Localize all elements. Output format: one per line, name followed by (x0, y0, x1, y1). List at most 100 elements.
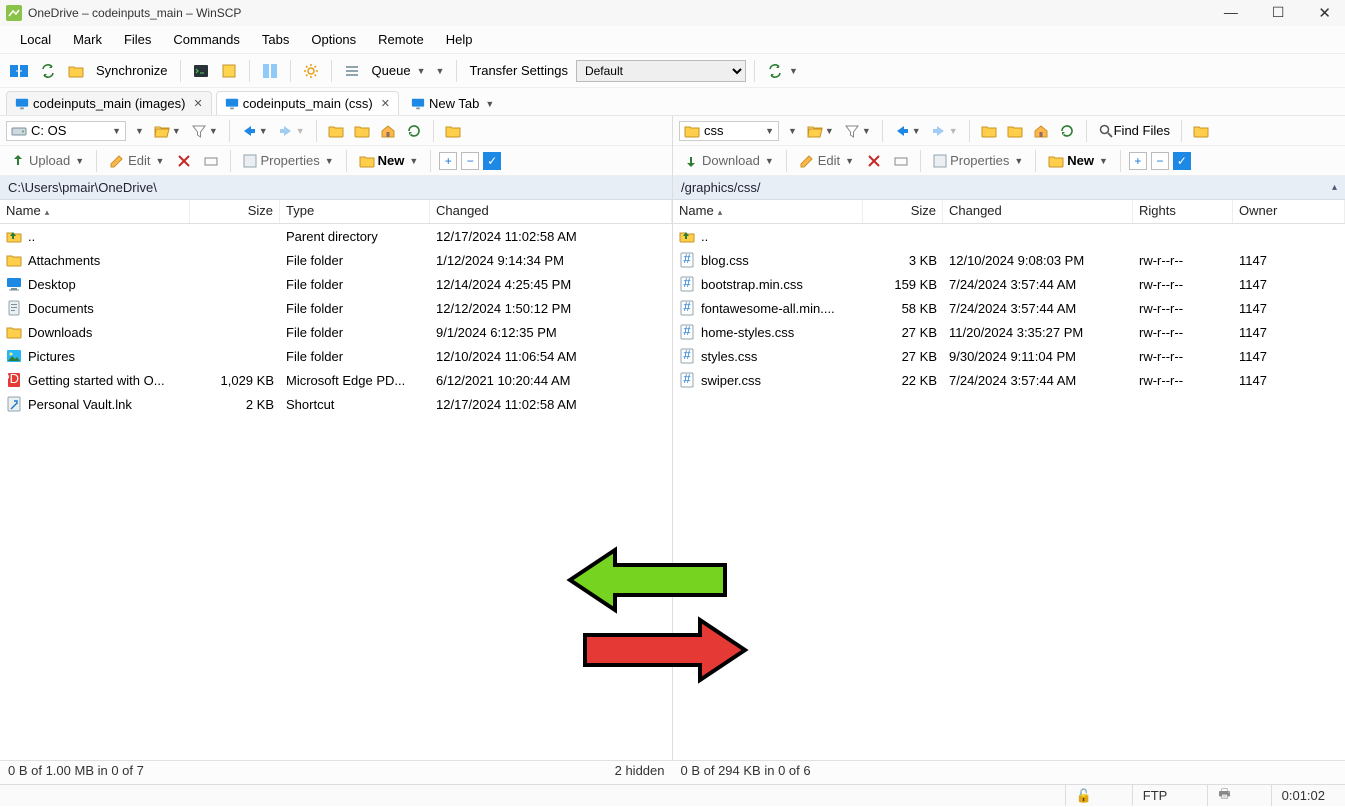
col-size[interactable]: Size (863, 200, 943, 223)
remote-invert-select-icon[interactable]: ✓ (1173, 152, 1191, 170)
synchronize-button[interactable]: Synchronize (92, 61, 172, 80)
refresh-local-icon[interactable] (403, 121, 425, 141)
filter-icon[interactable]: ▼ (188, 121, 221, 141)
menu-local[interactable]: Local (12, 30, 59, 49)
col-name[interactable]: Name▴ (0, 200, 190, 223)
session-tab-1[interactable]: codeinputs_main (css)✕ (216, 91, 399, 115)
local-path-bar[interactable]: C:\Users\pmair\OneDrive\ (0, 176, 672, 200)
file-row[interactable]: swiper.css22 KB7/24/2024 3:57:44 AMrw-r-… (673, 368, 1345, 392)
col-changed[interactable]: Changed (943, 200, 1133, 223)
file-row[interactable]: ..Parent directory12/17/2024 11:02:58 AM (0, 224, 672, 248)
sort-indicator-icon: ▴ (1332, 182, 1337, 193)
local-file-list[interactable]: ..Parent directory12/17/2024 11:02:58 AM… (0, 224, 672, 760)
remote-edit-button[interactable]: Edit▼ (795, 151, 858, 171)
preferences-icon[interactable] (299, 61, 323, 81)
minimize-button[interactable]: — (1216, 4, 1246, 22)
file-row[interactable]: blog.css3 KB12/10/2024 9:08:03 PMrw-r--r… (673, 248, 1345, 272)
invert-select-icon[interactable]: ✓ (483, 152, 501, 170)
select-none-icon[interactable]: − (461, 152, 479, 170)
open-folder-icon[interactable]: ▼ (151, 121, 184, 141)
col-changed[interactable]: Changed (430, 200, 672, 223)
remote-back-icon[interactable]: ▼ (891, 121, 924, 141)
tab-close-icon[interactable]: ✕ (193, 97, 202, 110)
remote-rename-icon[interactable] (890, 152, 912, 170)
remote-refresh-icon[interactable] (1056, 121, 1078, 141)
menu-commands[interactable]: Commands (165, 30, 247, 49)
remote-delete-icon[interactable] (862, 151, 886, 171)
col-size[interactable]: Size (190, 200, 280, 223)
remote-bookmark-icon[interactable] (1190, 121, 1212, 141)
delete-icon[interactable] (172, 151, 196, 171)
file-row[interactable]: styles.css27 KB9/30/2024 9:11:04 PMrw-r-… (673, 344, 1345, 368)
remote-properties-button[interactable]: Properties▼ (929, 151, 1027, 170)
root-folder-icon[interactable] (351, 121, 373, 141)
maximize-button[interactable]: ☐ (1264, 4, 1293, 22)
remote-root-icon[interactable] (1004, 121, 1026, 141)
file-row[interactable]: home-styles.css27 KB11/20/2024 3:35:27 P… (673, 320, 1345, 344)
download-button[interactable]: Download▼ (679, 151, 778, 171)
file-row[interactable]: DocumentsFile folder12/12/2024 1:50:12 P… (0, 296, 672, 320)
sync-folder-icon[interactable] (64, 61, 88, 81)
menu-files[interactable]: Files (116, 30, 159, 49)
remote-file-list[interactable]: ..blog.css3 KB12/10/2024 9:08:03 PMrw-r-… (673, 224, 1345, 760)
file-row[interactable]: AttachmentsFile folder1/12/2024 9:14:34 … (0, 248, 672, 272)
edit-button[interactable]: Edit▼ (105, 151, 168, 171)
menu-tabs[interactable]: Tabs (254, 30, 297, 49)
file-row[interactable]: Personal Vault.lnk2 KBShortcut12/17/2024… (0, 392, 672, 416)
layout-icon[interactable] (258, 61, 282, 81)
upload-button[interactable]: Upload▼ (6, 151, 88, 171)
remote-parent-icon[interactable] (978, 121, 1000, 141)
transfer-settings-label: Transfer Settings (465, 63, 572, 78)
file-row[interactable]: .. (673, 224, 1345, 248)
remote-history-dropdown[interactable]: ▼ (785, 124, 800, 138)
remote-open-folder-icon[interactable]: ▼ (804, 121, 837, 141)
file-row[interactable]: PicturesFile folder12/10/2024 11:06:54 A… (0, 344, 672, 368)
remote-select-none-icon[interactable]: − (1151, 152, 1169, 170)
queue-icon[interactable] (340, 61, 364, 81)
remote-new-button[interactable]: New▼ (1044, 151, 1112, 171)
new-button[interactable]: New▼ (355, 151, 423, 171)
drive-history-dropdown[interactable]: ▼ (132, 124, 147, 138)
file-row[interactable]: Getting started with O...1,029 KBMicroso… (0, 368, 672, 392)
rename-icon[interactable] (200, 152, 222, 170)
transfer-settings-select[interactable]: Default (576, 60, 746, 82)
file-row[interactable]: fontawesome-all.min....58 KB7/24/2024 3:… (673, 296, 1345, 320)
remote-forward-icon[interactable]: ▼ (928, 121, 961, 141)
tab-close-icon[interactable]: ✕ (381, 97, 390, 110)
new-tab-button[interactable]: New Tab ▼ (403, 92, 502, 115)
compare-icon[interactable] (36, 61, 60, 81)
log-icon[interactable]: 🖶 (1207, 785, 1240, 806)
properties-button[interactable]: Properties▼ (239, 151, 337, 170)
console-icon[interactable] (189, 61, 213, 81)
file-row[interactable]: DownloadsFile folder9/1/2024 6:12:35 PM (0, 320, 672, 344)
back-icon[interactable]: ▼ (238, 121, 271, 141)
bookmark-icon[interactable] (442, 121, 464, 141)
col-name[interactable]: Name▴ (673, 200, 863, 223)
file-row[interactable]: bootstrap.min.css159 KB7/24/2024 3:57:44… (673, 272, 1345, 296)
forward-icon[interactable]: ▼ (275, 121, 308, 141)
col-rights[interactable]: Rights (1133, 200, 1233, 223)
home-icon[interactable] (377, 121, 399, 141)
menu-mark[interactable]: Mark (65, 30, 110, 49)
queue-button[interactable]: Queue▼▼ (368, 61, 449, 80)
remote-filter-icon[interactable]: ▼ (841, 121, 874, 141)
sync-browse-icon[interactable] (6, 61, 32, 81)
remote-path-bar[interactable]: /graphics/css/ ▴ (673, 176, 1345, 200)
select-all-icon[interactable]: + (439, 152, 457, 170)
menu-help[interactable]: Help (438, 30, 481, 49)
close-button[interactable]: ✕ (1310, 4, 1339, 22)
remote-dir-select[interactable]: css ▼ (679, 121, 779, 141)
extension-icon[interactable] (217, 61, 241, 81)
find-files-button[interactable]: Find Files (1095, 121, 1173, 141)
menu-remote[interactable]: Remote (370, 30, 432, 49)
parent-folder-icon[interactable] (325, 121, 347, 141)
col-type[interactable]: Type (280, 200, 430, 223)
local-drive-select[interactable]: C: OS ▼ (6, 121, 126, 141)
file-row[interactable]: DesktopFile folder12/14/2024 4:25:45 PM (0, 272, 672, 296)
remote-select-all-icon[interactable]: + (1129, 152, 1147, 170)
session-tab-0[interactable]: codeinputs_main (images)✕ (6, 91, 212, 115)
remote-home-icon[interactable] (1030, 121, 1052, 141)
refresh-icon[interactable]: ▼ (763, 61, 802, 81)
menu-options[interactable]: Options (303, 30, 364, 49)
col-owner[interactable]: Owner (1233, 200, 1345, 223)
